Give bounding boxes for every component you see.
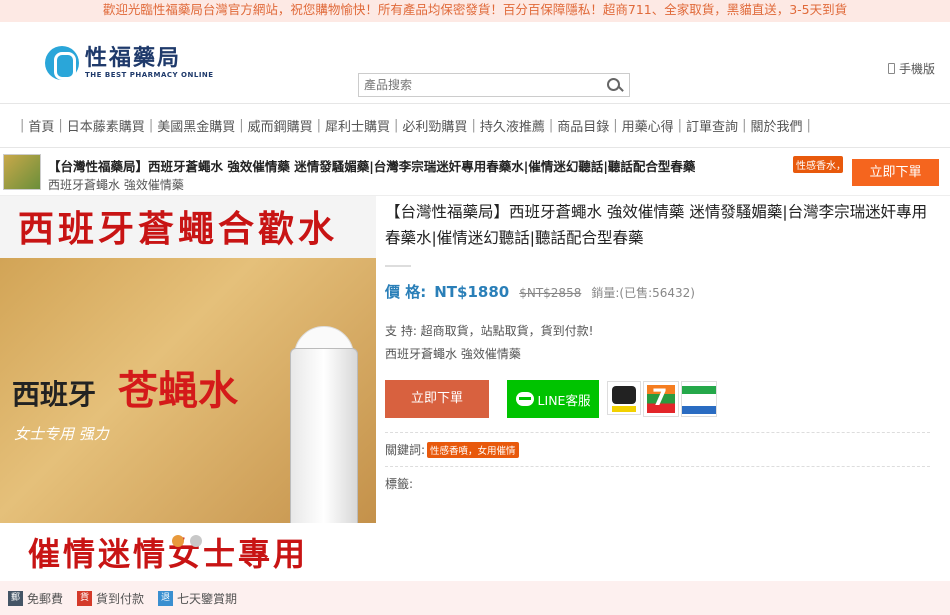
- price-label: 價 格:: [385, 283, 427, 301]
- logo-icon: [45, 46, 79, 80]
- search-input[interactable]: [359, 75, 601, 95]
- sticky-product-strip: 【台灣性福藥局】西班牙蒼蠅水 強效催情藥 迷情發騷媚藥|台灣李宗瑞迷奸專用春藥水…: [0, 148, 950, 196]
- image-top-text: 西班牙蒼蠅合歡水: [18, 208, 339, 250]
- nav-item-us-black-gold[interactable]: 美國黑金購買: [157, 116, 235, 135]
- tags-label: 標籤:: [385, 477, 414, 491]
- nav-item-reviews[interactable]: 用藥心得: [622, 116, 674, 135]
- cod-icon: 貨: [77, 590, 93, 606]
- badge-seven-day-return: 退 七天鑒賞期: [158, 590, 237, 607]
- buy-now-button[interactable]: 立即下單: [385, 380, 489, 418]
- site-logo[interactable]: 性福藥局 THE BEST PHARMACY ONLINE: [45, 46, 214, 80]
- strip-subtitle: 西班牙蒼蠅水 強效催情藥: [48, 178, 184, 192]
- strip-title: 【台灣性福藥局】西班牙蒼蠅水 強效催情藥 迷情發騷媚藥|台灣李宗瑞迷奸專用春藥水…: [48, 159, 696, 174]
- badge-cash-on-delivery: 貨 貨到付款: [77, 590, 144, 607]
- service-badges: 郵 免郵費 貨 貨到付款 退 七天鑒賞期: [0, 581, 950, 615]
- carrier-logos: [607, 381, 717, 417]
- mobile-version-link[interactable]: 手機版: [887, 60, 935, 77]
- image-box-text1: 西班牙: [12, 378, 97, 411]
- strip-thumbnail: [3, 154, 41, 190]
- announcement-bar: 歡迎光臨性福藥局台灣官方網站，祝您購物愉快！所有產品均保密發貨！百分百保障隱私！…: [0, 0, 950, 22]
- search-icon[interactable]: [601, 74, 629, 96]
- nav-item-home[interactable]: 首頁: [28, 116, 54, 135]
- tags-row: 標籤:: [385, 466, 930, 492]
- badge-label: 七天鑒賞期: [177, 591, 238, 606]
- action-row: 立即下單 LINE客服: [385, 380, 930, 418]
- line-icon: [515, 392, 534, 406]
- nav-item-catalog[interactable]: 商品目錄: [557, 116, 609, 135]
- line-service-button[interactable]: LINE客服: [507, 380, 599, 418]
- product-image[interactable]: 西班牙蒼蠅合歡水 西班牙 苍蝇水 女士专用 强力 催情迷情女士專用: [0, 196, 376, 574]
- price-value: NT$1880: [434, 283, 510, 301]
- nav-item-japan-tengsu[interactable]: 日本藤素購買: [67, 116, 145, 135]
- seven-eleven-logo-icon: [643, 381, 679, 417]
- support-methods: 支 持: 超商取貨，站點取貨，貨到付款!: [385, 324, 594, 338]
- logo-subtitle: THE BEST PHARMACY ONLINE: [85, 71, 214, 79]
- site-header: 性福藥局 THE BEST PHARMACY ONLINE 手機版: [0, 22, 950, 104]
- image-box-text3: 女士专用 强力: [14, 425, 109, 443]
- badge-free-shipping: 郵 免郵費: [8, 590, 63, 607]
- image-box: 西班牙 苍蝇水 女士专用 强力: [0, 258, 376, 563]
- familymart-logo-icon: [681, 381, 717, 417]
- black-cat-logo-icon: [607, 381, 641, 415]
- badge-label: 貨到付款: [96, 591, 145, 606]
- nav-item-cialis[interactable]: 犀利士購買: [325, 116, 390, 135]
- divider: [385, 265, 411, 267]
- keywords-label: 關鍵詞:: [385, 443, 426, 457]
- badge-label: 免郵費: [27, 591, 64, 606]
- strip-tag: 性感香水，女用催情: [793, 156, 843, 173]
- product-info: 【台灣性福藥局】西班牙蒼蠅水 強效催情藥 迷情發騷媚藥|台灣李宗瑞迷奸專用春藥水…: [385, 196, 930, 492]
- mobile-version-label: 手機版: [898, 62, 935, 76]
- nav-item-about[interactable]: 關於我們: [750, 116, 802, 135]
- keyword-tag[interactable]: 性感香噴，女用催情: [427, 441, 519, 458]
- search-box: [358, 73, 630, 97]
- main-nav: | 首頁 | 日本藤素購買 | 美國黑金購買 | 威而鋼購買 | 犀利士購買 | 必利勁購…: [0, 104, 950, 148]
- product-title: 【台灣性福藥局】西班牙蒼蠅水 強效催情藥 迷情發騷媚藥|台灣李宗瑞迷奸專用春藥水…: [385, 203, 928, 247]
- logo-title: 性福藥局: [85, 46, 182, 71]
- line-service-label: LINE客服: [537, 392, 591, 408]
- image-bottom-text: 催情迷情女士專用: [28, 535, 309, 573]
- nav-item-viagra[interactable]: 威而鋼購買: [248, 116, 313, 135]
- strip-buy-button[interactable]: 立即下單: [852, 159, 939, 186]
- nav-item-delay-spray[interactable]: 持久液推薦: [480, 116, 545, 135]
- product-main: 西班牙蒼蠅合歡水 西班牙 苍蝇水 女士专用 强力 催情迷情女士專用 【台灣性福藥…: [0, 196, 950, 576]
- keywords-row: 關鍵詞: 性感香噴，女用催情: [385, 432, 930, 458]
- sales-count: 銷量:(已售:56432): [591, 286, 695, 300]
- price-row: 價 格: NT$1880 $NT$2858 銷量:(已售:56432): [385, 281, 930, 302]
- image-box-text2: 苍蝇水: [118, 367, 238, 414]
- carousel-dot[interactable]: [190, 535, 202, 547]
- old-price: $NT$2858: [519, 286, 582, 300]
- phone-icon: [887, 63, 895, 74]
- carousel-dot-active[interactable]: [172, 535, 184, 547]
- return-icon: 退: [158, 590, 174, 606]
- nav-item-order-query[interactable]: 訂單查詢: [686, 116, 738, 135]
- support-description: 西班牙蒼蠅水 強效催情藥: [385, 347, 521, 361]
- shipping-icon: 郵: [8, 590, 23, 606]
- nav-item-priligy[interactable]: 必利勁購買: [402, 116, 467, 135]
